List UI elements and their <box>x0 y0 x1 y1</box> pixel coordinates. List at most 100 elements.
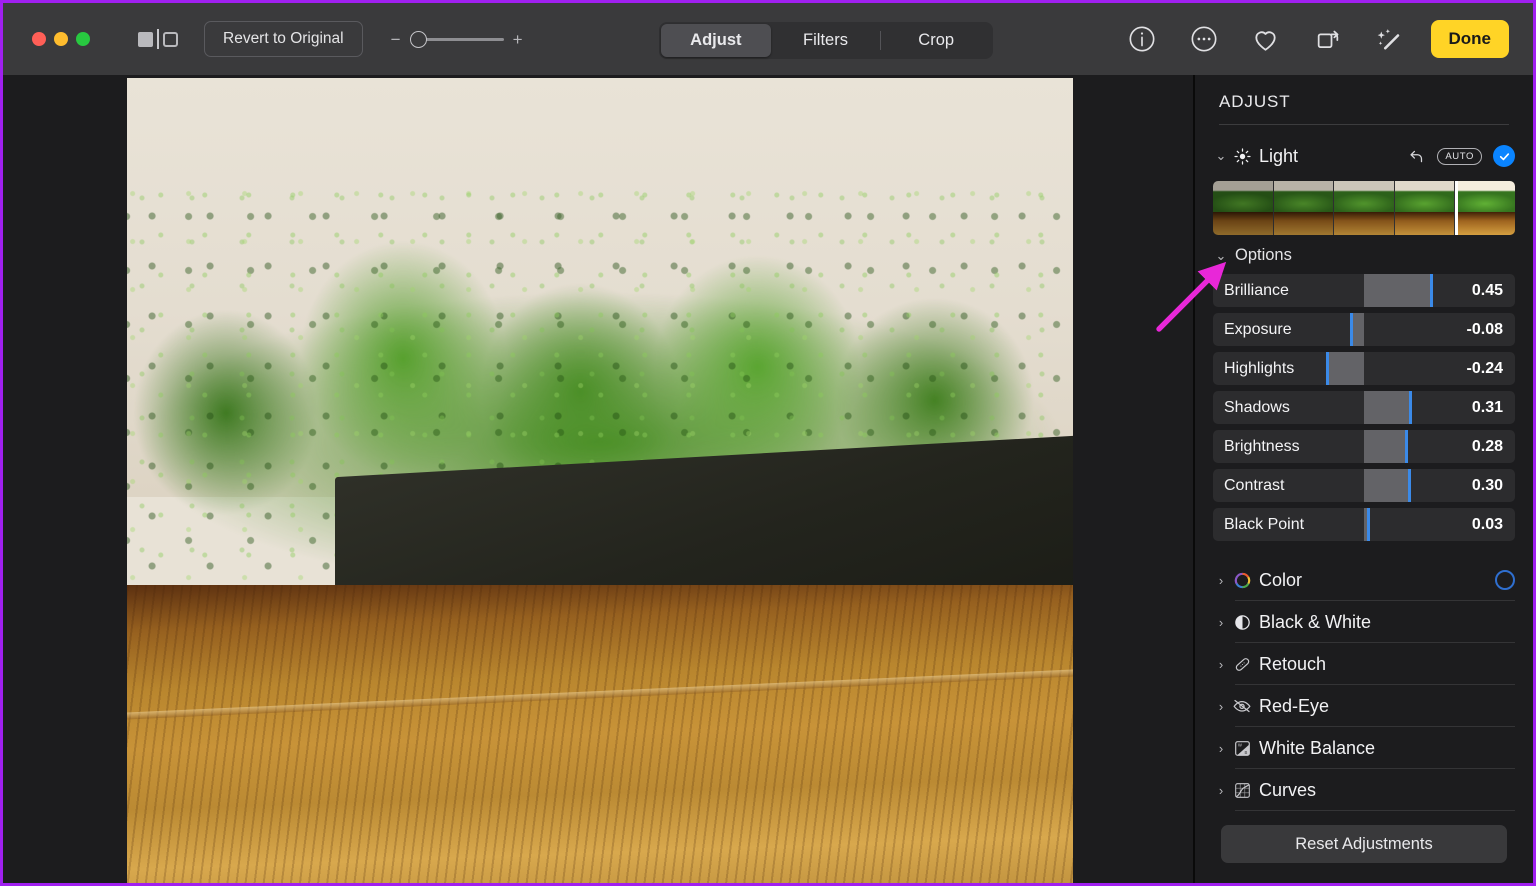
zoom-slider[interactable]: − + <box>391 30 523 48</box>
curves-icon <box>1229 781 1255 800</box>
slider-value: -0.08 <box>1466 320 1503 338</box>
options-chevron-down-icon[interactable]: ⌄ <box>1213 248 1229 264</box>
slider-indicator[interactable] <box>1409 391 1413 424</box>
color-wheel-icon <box>1229 571 1255 590</box>
reset-adjustments-button[interactable]: Reset Adjustments <box>1221 825 1507 863</box>
auto-button[interactable]: AUTO <box>1437 147 1482 165</box>
panel-title: ADJUST <box>1219 92 1291 111</box>
photo-wood-grain <box>127 585 1073 883</box>
panel-title-divider <box>1219 124 1509 125</box>
zoom-track-line <box>413 37 504 41</box>
slider-indicator[interactable] <box>1350 313 1354 346</box>
section-label-retouch: Retouch <box>1259 653 1327 674</box>
thumb-moss <box>1213 190 1273 215</box>
adjust-section-list: › Color › Black & White › Retouch › Red-… <box>1209 559 1519 811</box>
sidebar-toggle-icon[interactable] <box>138 29 178 49</box>
tab-crop[interactable]: Crop <box>881 24 991 57</box>
traffic-lights <box>32 32 90 46</box>
reset-adjustments-label: Reset Adjustments <box>1295 834 1433 853</box>
section-row-black-and-white[interactable]: › Black & White <box>1209 601 1519 643</box>
light-thumbnail-5[interactable] <box>1455 181 1515 235</box>
chevron-right-icon[interactable]: › <box>1213 657 1229 672</box>
zoom-knob[interactable] <box>409 30 427 48</box>
slider-brightness[interactable]: Brightness 0.28 <box>1213 430 1515 463</box>
slider-shadows[interactable]: Shadows 0.31 <box>1213 391 1515 424</box>
ellipsis-circle-icon[interactable] <box>1173 3 1235 75</box>
tab-filters-label: Filters <box>803 31 848 49</box>
slider-indicator[interactable] <box>1404 430 1408 463</box>
info-icon[interactable] <box>1111 3 1173 75</box>
zoom-button[interactable] <box>76 32 90 46</box>
chevron-right-icon[interactable]: › <box>1213 573 1229 588</box>
light-section-header[interactable]: ⌄ Light AUTO <box>1209 141 1519 171</box>
slider-indicator[interactable] <box>1367 508 1371 541</box>
slider-fill <box>1327 352 1364 385</box>
section-label-black-and-white: Black & White <box>1259 611 1372 632</box>
thumb-wood <box>1213 212 1273 235</box>
slider-label: Brightness <box>1224 437 1300 455</box>
white-balance-icon: W B <box>1229 739 1255 758</box>
slider-value: -0.24 <box>1466 359 1503 377</box>
revert-to-original-button[interactable]: Revert to Original <box>204 21 363 57</box>
adjust-panel: ADJUST ⌄ Light AUTO ⌄ Options Brilliance… <box>1193 75 1533 883</box>
chevron-right-icon[interactable]: › <box>1213 699 1229 714</box>
slider-value: 0.45 <box>1471 281 1503 299</box>
section-label-white-balance: White Balance <box>1259 737 1376 758</box>
zoom-track[interactable] <box>409 30 504 48</box>
done-button[interactable]: Done <box>1430 20 1509 58</box>
tab-filters[interactable]: Filters <box>771 24 881 57</box>
chevron-right-icon[interactable]: › <box>1213 783 1229 798</box>
minimize-button[interactable] <box>54 32 68 46</box>
tab-adjust[interactable]: Adjust <box>661 24 771 57</box>
svg-text:W: W <box>1237 742 1242 747</box>
light-variation-thumbnails[interactable] <box>1213 181 1515 235</box>
section-row-color[interactable]: › Color <box>1209 559 1519 601</box>
revert-icon[interactable] <box>1407 147 1426 166</box>
slider-highlights[interactable]: Highlights -0.24 <box>1213 352 1515 385</box>
light-thumbnail-4[interactable] <box>1394 181 1456 235</box>
thumb-wood <box>1455 212 1515 235</box>
slider-indicator[interactable] <box>1407 469 1411 502</box>
mode-segmented-control[interactable]: Adjust Filters Crop <box>659 22 993 59</box>
thumb-wood <box>1334 212 1394 235</box>
slider-indicator[interactable] <box>1326 352 1330 385</box>
heart-icon[interactable] <box>1235 3 1297 75</box>
section-row-curves[interactable]: › Curves <box>1209 769 1519 811</box>
color-enabled-toggle[interactable] <box>1495 570 1515 590</box>
thumbnail-selection-marker <box>1455 181 1459 235</box>
options-row[interactable]: ⌄ Options <box>1209 235 1519 274</box>
light-thumbnail-1[interactable] <box>1213 181 1274 235</box>
options-label: Options <box>1235 246 1292 264</box>
section-row-red-eye[interactable]: › Red-Eye <box>1209 685 1519 727</box>
close-button[interactable] <box>32 32 46 46</box>
slider-brilliance[interactable]: Brilliance 0.45 <box>1213 274 1515 307</box>
light-thumbnail-3[interactable] <box>1334 181 1395 235</box>
chevron-right-icon[interactable]: › <box>1213 615 1229 630</box>
zoom-out-icon[interactable]: − <box>391 31 401 48</box>
photo-image[interactable] <box>127 78 1073 883</box>
slider-fill <box>1364 274 1432 307</box>
slider-value: 0.28 <box>1471 437 1503 455</box>
slider-indicator[interactable] <box>1430 274 1434 307</box>
light-section-label: Light <box>1259 145 1299 166</box>
section-row-white-balance[interactable]: › W B White Balance <box>1209 727 1519 769</box>
slider-fill <box>1364 469 1410 502</box>
slider-exposure[interactable]: Exposure -0.08 <box>1213 313 1515 346</box>
auto-enhance-wand-icon[interactable] <box>1359 3 1421 75</box>
light-enabled-toggle[interactable] <box>1493 145 1515 167</box>
chevron-right-icon[interactable]: › <box>1213 741 1229 756</box>
slider-contrast[interactable]: Contrast 0.30 <box>1213 469 1515 502</box>
slider-black-point[interactable]: Black Point 0.03 <box>1213 508 1515 541</box>
light-thumbnail-2[interactable] <box>1273 181 1335 235</box>
slider-value: 0.03 <box>1471 515 1503 533</box>
section-row-retouch[interactable]: › Retouch <box>1209 643 1519 685</box>
done-label: Done <box>1448 29 1492 48</box>
zoom-in-icon[interactable]: + <box>513 31 523 48</box>
section-label-red-eye: Red-Eye <box>1259 695 1330 716</box>
slider-fill <box>1351 313 1364 346</box>
svg-text:B: B <box>1244 750 1247 755</box>
tab-crop-label: Crop <box>918 31 955 49</box>
rotate-icon[interactable] <box>1297 3 1359 75</box>
slider-label: Highlights <box>1224 359 1295 377</box>
chevron-down-icon[interactable]: ⌄ <box>1213 148 1229 164</box>
